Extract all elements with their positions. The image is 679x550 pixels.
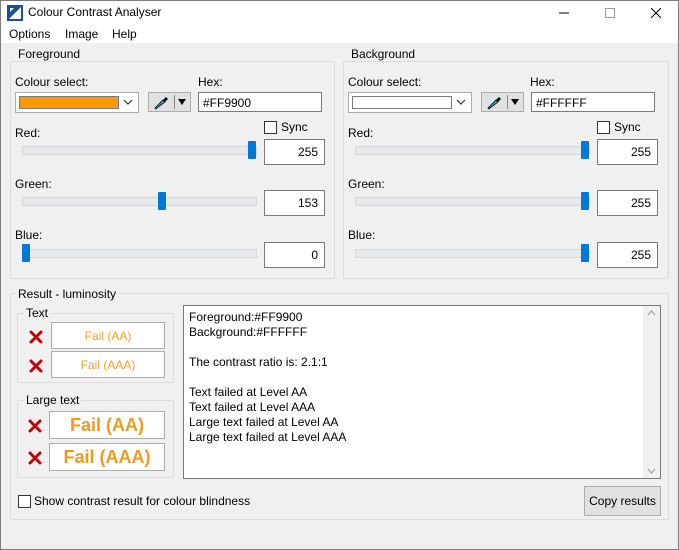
bg-green-slider-thumb[interactable] — [581, 192, 589, 210]
fg-hex-input[interactable]: #FF9900 — [198, 92, 322, 112]
fg-blue-slider[interactable] — [22, 249, 257, 258]
text-result-group-title: Text — [24, 306, 51, 320]
large-aa-result: Fail (AA) — [49, 411, 165, 439]
fg-red-label: Red: — [15, 126, 41, 140]
foreground-group-title: Foreground — [16, 47, 83, 61]
result-group-title: Result - luminosity — [16, 287, 119, 301]
colour-blindness-label: Show contrast result for colour blindnes… — [34, 494, 251, 508]
app-icon — [7, 5, 23, 21]
bg-green-slider[interactable] — [355, 197, 590, 206]
close-button[interactable] — [633, 0, 679, 25]
dropdown-arrow-icon — [511, 99, 519, 105]
minimize-icon — [559, 12, 569, 13]
bg-colour-select[interactable] — [348, 92, 472, 113]
menu-bar: Options Image Help — [0, 25, 679, 44]
bg-blue-label: Blue: — [348, 228, 376, 242]
bg-green-input[interactable]: 255 — [597, 190, 658, 216]
fg-eyedropper-button[interactable] — [148, 92, 191, 112]
fg-colour-select-label: Colour select: — [15, 75, 89, 89]
fg-blue-slider-thumb[interactable] — [22, 244, 30, 262]
large-aaa-result: Fail (AAA) — [49, 443, 165, 471]
menu-options[interactable]: Options — [9, 27, 50, 41]
fg-red-slider[interactable] — [22, 146, 257, 155]
colour-blindness-checkbox[interactable] — [18, 495, 31, 508]
copy-results-button[interactable]: Copy results — [584, 486, 661, 516]
bg-red-input[interactable]: 255 — [597, 139, 658, 165]
result-line — [189, 340, 655, 355]
result-line: Background:#FFFFFF — [189, 325, 308, 339]
eyedropper-icon — [487, 97, 501, 110]
bg-green-label: Green: — [348, 177, 385, 191]
text-aa-result: Fail (AA) — [51, 322, 165, 349]
result-line: The contrast ratio is: 2.1:1 — [189, 355, 328, 369]
result-line: Text failed at Level AA — [189, 385, 308, 399]
bg-hex-input[interactable]: #FFFFFF — [531, 92, 655, 112]
fg-red-input[interactable]: 255 — [264, 139, 325, 165]
eyedropper-icon — [154, 97, 168, 110]
minimize-button[interactable] — [541, 0, 587, 25]
fg-green-slider[interactable] — [22, 197, 257, 206]
maximize-icon — [605, 7, 615, 18]
fail-x-icon — [29, 330, 43, 344]
result-line: Foreground:#FF9900 — [189, 310, 303, 324]
scroll-up-icon[interactable] — [647, 310, 656, 316]
window-title: Colour Contrast Analyser — [28, 5, 162, 19]
fail-x-icon — [28, 419, 42, 433]
fg-green-slider-thumb[interactable] — [158, 192, 166, 210]
results-textarea[interactable]: Foreground:#FF9900 Background:#FFFFFF Th… — [183, 305, 661, 479]
menu-image[interactable]: Image — [65, 27, 98, 41]
bg-eyedropper-button[interactable] — [481, 92, 524, 112]
result-line: Large text failed at Level AAA — [189, 430, 347, 444]
close-icon — [651, 7, 661, 18]
fg-sync-label: Sync — [281, 120, 308, 134]
bg-red-slider-thumb[interactable] — [581, 141, 589, 159]
bg-blue-slider-thumb[interactable] — [581, 244, 589, 262]
scroll-down-icon[interactable] — [647, 468, 656, 474]
fg-red-slider-thumb[interactable] — [248, 141, 256, 159]
bg-hex-label: Hex: — [530, 75, 555, 89]
fg-blue-input[interactable]: 0 — [264, 242, 325, 268]
bg-colour-select-label: Colour select: — [348, 75, 422, 89]
results-scrollbar[interactable] — [643, 306, 660, 478]
bg-red-label: Red: — [348, 126, 374, 140]
chevron-down-icon — [123, 99, 133, 105]
dropdown-arrow-icon — [178, 99, 186, 105]
fail-x-icon — [29, 359, 43, 373]
bg-blue-slider[interactable] — [355, 249, 590, 258]
bg-sync-label: Sync — [614, 120, 641, 134]
maximize-button[interactable] — [587, 0, 633, 25]
result-line: Text failed at Level AAA — [189, 400, 316, 414]
bg-sync-checkbox[interactable] — [597, 121, 610, 134]
chevron-down-icon — [456, 99, 466, 105]
fg-hex-label: Hex: — [198, 75, 223, 89]
result-line — [189, 370, 655, 385]
large-text-result-group-title: Large text — [24, 393, 82, 407]
fg-colour-select[interactable] — [15, 92, 139, 113]
fg-blue-label: Blue: — [15, 228, 43, 242]
background-group-title: Background — [349, 47, 418, 61]
text-aaa-result: Fail (AAA) — [51, 351, 165, 378]
result-line: Large text failed at Level AA — [189, 415, 339, 429]
bg-colour-swatch — [352, 96, 452, 109]
title-bar: Colour Contrast Analyser — [0, 0, 679, 25]
fg-green-input[interactable]: 153 — [264, 190, 325, 216]
fg-green-label: Green: — [15, 177, 52, 191]
bg-blue-input[interactable]: 255 — [597, 242, 658, 268]
menu-help[interactable]: Help — [112, 27, 137, 41]
bg-red-slider[interactable] — [355, 146, 590, 155]
fail-x-icon — [28, 451, 42, 465]
fg-sync-checkbox[interactable] — [264, 121, 277, 134]
fg-colour-swatch — [19, 96, 119, 109]
